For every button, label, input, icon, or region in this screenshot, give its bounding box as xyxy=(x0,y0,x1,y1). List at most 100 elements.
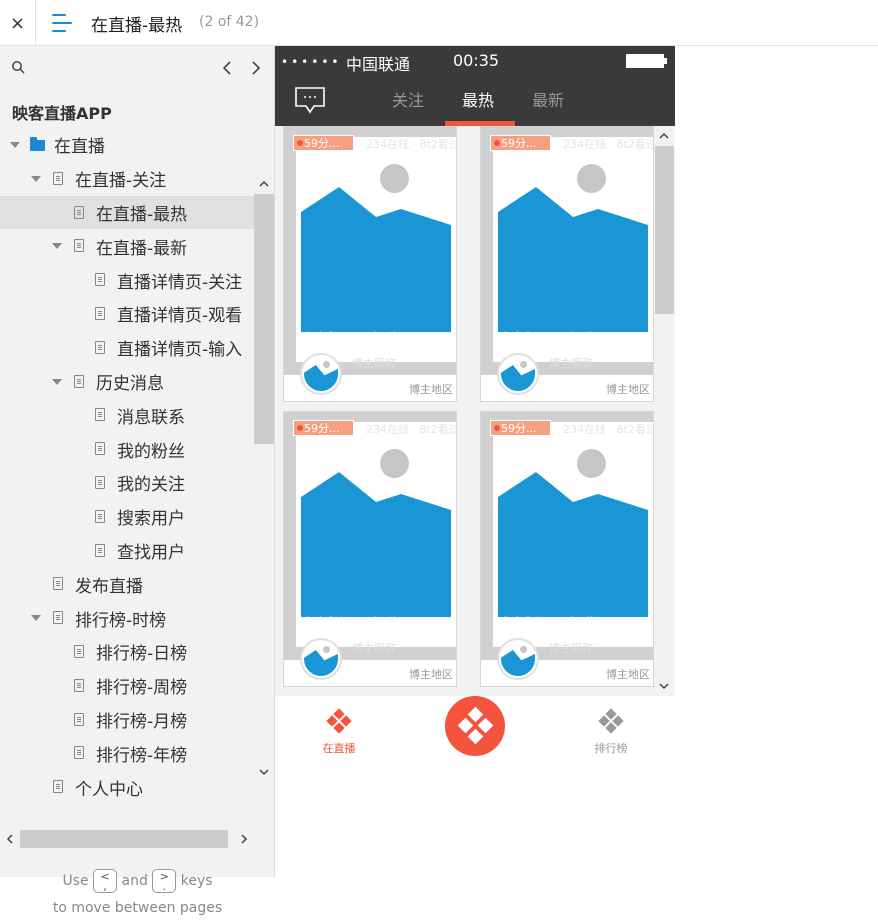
scroll-left-icon[interactable] xyxy=(4,833,16,845)
prev-page-chevron-icon[interactable] xyxy=(218,57,236,79)
tree-item[interactable]: 直播详情页-输入 xyxy=(0,331,254,365)
next-page-chevron-icon[interactable] xyxy=(247,57,265,79)
feed-scroll-down-icon[interactable] xyxy=(658,680,670,692)
expand-arrow-icon[interactable] xyxy=(52,243,62,250)
scroll-right-icon[interactable] xyxy=(238,833,250,845)
page-icon xyxy=(95,442,105,456)
folder-icon xyxy=(30,137,45,151)
page-icon xyxy=(53,780,63,794)
live-title: 直播主题名称 xyxy=(497,331,599,351)
tree-item[interactable]: 个人中心 xyxy=(0,770,254,804)
start-live-button[interactable] xyxy=(445,696,505,756)
host-name: 博主昵称 xyxy=(352,642,396,655)
tree-item[interactable]: 直播详情页-关注 xyxy=(0,263,254,297)
host-name: 博主昵称 xyxy=(549,642,593,655)
live-card[interactable]: 59分... 234在线 · 8t2看过 直播主题名称 博主昵称 博主地区 xyxy=(480,126,654,402)
avatar[interactable] xyxy=(300,638,342,680)
live-card[interactable]: 59分... 234在线 · 8t2看过 直播主题名称 博主昵称 博主地区 xyxy=(283,411,457,687)
tree-item[interactable]: 在直播-最热 xyxy=(0,195,254,230)
live-diamond-icon xyxy=(326,708,352,734)
tree-item[interactable]: 排行榜-年榜 xyxy=(0,736,254,770)
close-button[interactable]: × xyxy=(0,0,36,46)
sidebar-hscroll-thumb[interactable] xyxy=(20,830,228,848)
feed-scroll-up-icon[interactable] xyxy=(658,130,670,142)
sidebar-horizontal-scrollbar[interactable] xyxy=(0,828,254,850)
page-icon xyxy=(95,509,105,523)
host-region: 博主地区 xyxy=(606,668,650,681)
tree-item[interactable]: 消息联系 xyxy=(0,398,254,432)
project-title: 映客直播APP xyxy=(12,104,112,123)
sidebar-scroll-thumb[interactable] xyxy=(254,194,274,444)
host-name: 博主昵称 xyxy=(549,357,593,370)
tree-item[interactable]: 直播详情页-观看 xyxy=(0,297,254,331)
tree-item[interactable]: 排行榜-日榜 xyxy=(0,635,254,669)
scroll-up-icon[interactable] xyxy=(258,178,270,190)
top-nav: 关注 最热 最新 xyxy=(275,76,675,126)
tree-item-label: 在直播-关注 xyxy=(75,171,167,192)
expand-arrow-icon[interactable] xyxy=(52,378,62,385)
tree-item[interactable]: 在直播-关注 xyxy=(0,162,254,196)
tree-item-label: 排行榜-月榜 xyxy=(96,711,188,732)
viewer-stats: 234在线 · 8t2看过 xyxy=(366,423,456,436)
tree-item-label: 个人中心 xyxy=(75,779,143,800)
duration-badge: 59分... xyxy=(490,135,551,151)
sidebar-vertical-scrollbar[interactable] xyxy=(254,174,274,824)
tree-item[interactable]: 我的关注 xyxy=(0,466,254,500)
tree-item[interactable]: 在直播-最新 xyxy=(0,229,254,263)
page-icon xyxy=(95,273,105,287)
tree-item[interactable]: 搜索用户 xyxy=(0,500,254,534)
tree-item-label: 历史消息 xyxy=(96,373,164,394)
feed-scrollbar[interactable] xyxy=(654,126,675,696)
page-icon xyxy=(74,678,84,692)
expand-arrow-icon[interactable] xyxy=(31,175,41,182)
page-icon xyxy=(53,171,63,185)
tab-newest[interactable]: 最新 xyxy=(532,87,564,111)
tree-item[interactable]: 排行榜-周榜 xyxy=(0,669,254,703)
tree-item-label: 直播详情页-输入 xyxy=(117,340,243,361)
tab-hottest[interactable]: 最热 xyxy=(462,87,494,111)
tree-item[interactable]: 我的粉丝 xyxy=(0,432,254,466)
viewer-stats: 234在线 · 8t2看过 xyxy=(563,138,653,151)
tree-item-label: 排行榜-周榜 xyxy=(96,678,188,699)
page-icon xyxy=(95,475,105,489)
avatar[interactable] xyxy=(497,638,539,680)
message-icon[interactable] xyxy=(294,86,326,114)
bottom-nav-live[interactable]: 在直播 xyxy=(309,708,369,756)
tree-item[interactable]: 排行榜-时榜 xyxy=(0,601,254,635)
battery-icon xyxy=(626,54,667,68)
page-icon xyxy=(53,577,63,591)
feed-scroll-thumb[interactable] xyxy=(655,146,674,314)
live-card[interactable]: 59分... 234在线 · 8t2看过 直播主题名称 博主昵称 博主地区 xyxy=(283,126,457,402)
prev-key-icon: < , xyxy=(93,869,118,893)
hint-line2: to move between pages xyxy=(52,900,223,916)
tree-item[interactable]: 查找用户 xyxy=(0,534,254,568)
page-icon xyxy=(74,239,84,253)
live-card[interactable]: 59分... 234在线 · 8t2看过 直播主题名称 博主昵称 博主地区 xyxy=(480,411,654,687)
duration-badge: 59分... xyxy=(490,420,551,436)
sitemap-menu-icon[interactable] xyxy=(52,13,74,33)
page-icon xyxy=(53,611,63,625)
bottom-nav-ranking[interactable]: 排行榜 xyxy=(581,708,641,756)
scroll-down-icon[interactable] xyxy=(258,766,270,778)
tree-item[interactable]: 在直播 xyxy=(0,128,254,162)
tree-item[interactable]: 排行榜-月榜 xyxy=(0,703,254,737)
avatar[interactable] xyxy=(497,353,539,395)
close-icon: × xyxy=(9,12,26,34)
tab-follow[interactable]: 关注 xyxy=(392,87,424,111)
tree-item[interactable]: 发布直播 xyxy=(0,567,254,601)
hint-and: and xyxy=(121,873,148,889)
expand-arrow-icon[interactable] xyxy=(10,142,20,148)
live-feed[interactable]: 59分... 234在线 · 8t2看过 直播主题名称 博主昵称 博主地区 59分... 2… xyxy=(275,126,675,696)
search-icon[interactable] xyxy=(11,60,27,76)
tree-item[interactable]: 历史消息 xyxy=(0,365,254,399)
duration-badge: 59分... xyxy=(293,420,354,436)
host-region: 博主地区 xyxy=(409,668,453,681)
page-icon xyxy=(74,746,84,760)
expand-arrow-icon[interactable] xyxy=(31,615,41,622)
signal-dots-icon: •••••• xyxy=(281,55,342,69)
page-icon xyxy=(95,340,105,354)
page-icon xyxy=(95,306,105,320)
page-icon xyxy=(74,712,84,726)
prototype-canvas: •••••• 中国联通 00:35 关注 最热 最新 59分... 234在线 ·… xyxy=(275,46,878,877)
avatar[interactable] xyxy=(300,353,342,395)
